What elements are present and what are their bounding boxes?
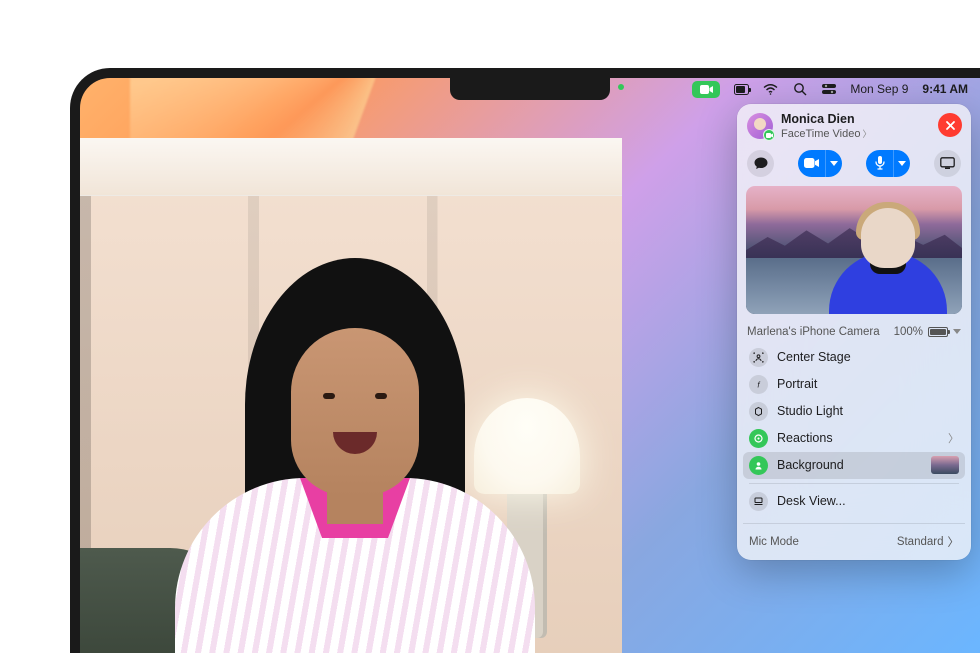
facetime-controls-panel: Monica Dien FaceTime Video〉 bbox=[737, 104, 971, 560]
chevron-right-icon: 〉 bbox=[862, 129, 871, 139]
wifi-icon[interactable] bbox=[763, 82, 778, 97]
separator bbox=[743, 523, 965, 524]
display-notch bbox=[450, 78, 610, 100]
camera-led bbox=[618, 84, 624, 90]
room-ceiling bbox=[80, 138, 622, 196]
control-center-icon[interactable] bbox=[821, 82, 836, 97]
reactions-icon bbox=[749, 429, 768, 448]
background-thumbnail bbox=[931, 456, 959, 474]
mic-mode-label: Mic Mode bbox=[749, 536, 799, 548]
camera-source-row[interactable]: Marlena's iPhone Camera 100% bbox=[737, 322, 971, 344]
option-center-stage[interactable]: Center Stage bbox=[743, 344, 965, 371]
mic-mode-row[interactable]: Mic Mode Standard 〉 bbox=[737, 528, 971, 560]
battery-icon bbox=[928, 327, 948, 337]
chevron-right-icon: 〉 bbox=[948, 534, 960, 550]
chevron-right-icon: 〉 bbox=[948, 430, 959, 446]
mic-toggle-button[interactable] bbox=[866, 150, 910, 177]
menubar-date[interactable]: Mon Sep 9 bbox=[850, 82, 908, 96]
desk-view-icon bbox=[749, 492, 768, 511]
option-background[interactable]: Background bbox=[743, 452, 965, 479]
battery-menubar-icon[interactable] bbox=[734, 82, 749, 97]
facetime-status-pill[interactable] bbox=[692, 81, 720, 98]
menubar-time[interactable]: 9:41 AM bbox=[922, 82, 968, 96]
remote-participant bbox=[175, 248, 535, 653]
option-label: Studio Light bbox=[777, 404, 959, 418]
screen: Mon Sep 9 9:41 AM bbox=[80, 78, 980, 653]
camera-toggle-button[interactable] bbox=[798, 150, 842, 177]
background-icon bbox=[749, 456, 768, 475]
panel-header: Monica Dien FaceTime Video〉 bbox=[737, 104, 971, 146]
mic-icon bbox=[866, 150, 893, 177]
camera-source-label: Marlena's iPhone Camera bbox=[747, 326, 880, 338]
caller-subtitle: FaceTime Video〉 bbox=[781, 127, 872, 140]
laptop-frame: Mon Sep 9 9:41 AM bbox=[70, 68, 980, 653]
center-stage-icon bbox=[749, 348, 768, 367]
option-portrait[interactable]: f Portrait bbox=[743, 371, 965, 398]
studio-light-icon bbox=[749, 402, 768, 421]
self-video-preview[interactable] bbox=[746, 186, 962, 314]
caller-name: Monica Dien bbox=[781, 113, 872, 127]
option-studio-light[interactable]: Studio Light bbox=[743, 398, 965, 425]
option-label: Background bbox=[777, 458, 922, 472]
camera-dropdown[interactable] bbox=[825, 150, 842, 177]
option-label: Desk View... bbox=[777, 494, 959, 508]
separator bbox=[749, 483, 959, 484]
caller-avatar[interactable] bbox=[747, 113, 773, 139]
mic-mode-value: Standard bbox=[897, 536, 944, 548]
option-desk-view[interactable]: Desk View... bbox=[743, 488, 965, 515]
portrait-icon: f bbox=[749, 375, 768, 394]
camera-battery-pct: 100% bbox=[894, 326, 923, 338]
screen-share-button[interactable] bbox=[934, 150, 961, 177]
video-effects-list: Center Stage f Portrait Studio Light bbox=[737, 344, 971, 519]
caller-info[interactable]: Monica Dien FaceTime Video〉 bbox=[781, 113, 872, 140]
chevron-down-icon bbox=[953, 329, 961, 334]
call-controls-row bbox=[737, 146, 971, 186]
facetime-remote-video[interactable] bbox=[80, 138, 622, 653]
messages-button[interactable] bbox=[747, 150, 774, 177]
option-label: Center Stage bbox=[777, 350, 959, 364]
facetime-badge-icon bbox=[763, 129, 775, 141]
mic-dropdown[interactable] bbox=[893, 150, 910, 177]
option-label: Reactions bbox=[777, 431, 939, 445]
svg-text:f: f bbox=[757, 380, 760, 389]
option-reactions[interactable]: Reactions 〉 bbox=[743, 425, 965, 452]
option-label: Portrait bbox=[777, 377, 959, 391]
local-participant bbox=[828, 202, 948, 314]
spotlight-icon[interactable] bbox=[792, 82, 807, 97]
camera-icon bbox=[798, 150, 825, 177]
end-call-button[interactable] bbox=[938, 113, 962, 137]
